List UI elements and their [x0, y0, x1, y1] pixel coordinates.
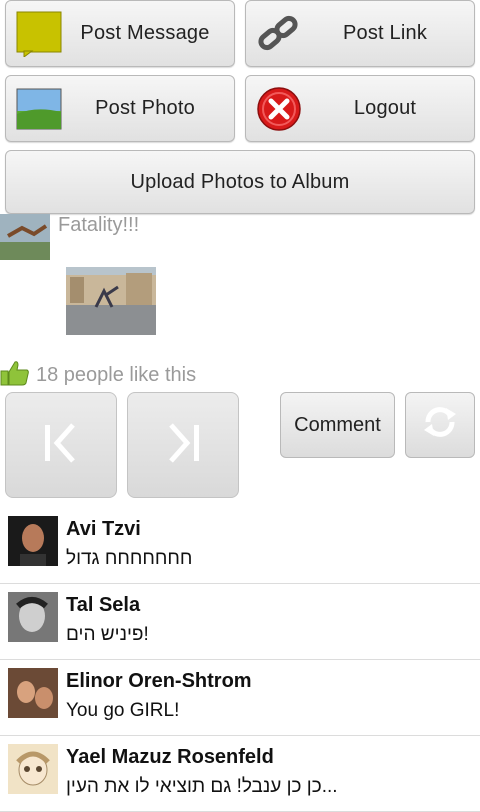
post-author-avatar[interactable]	[0, 214, 50, 260]
message-icon	[16, 11, 62, 58]
likes-row: 18 people like this	[0, 360, 196, 390]
commenter-avatar[interactable]	[8, 668, 58, 718]
comment-item[interactable]: Avi Tzvi חחחחחחח גדול	[0, 508, 480, 584]
chain-link-icon	[256, 11, 302, 57]
comment-text: כן כן ענבל! גם תוציאי לו את העין...	[66, 776, 338, 797]
post-link-label: Post Link	[342, 22, 428, 44]
skip-back-icon	[41, 421, 81, 470]
commenter-name[interactable]: Tal Sela	[66, 594, 140, 617]
post-link-button[interactable]: Post Link	[245, 0, 475, 67]
comment-button-label: Comment	[294, 413, 381, 436]
upload-photos-button[interactable]: Upload Photos to Album	[5, 150, 475, 214]
comment-text: פיניש הים!	[66, 624, 149, 645]
comment-item[interactable]: Elinor Oren-Shtrom You go GIRL!	[0, 660, 480, 736]
post-item: Fatality!!!	[0, 214, 480, 384]
comments-list: Avi Tzvi חחחחחחח גדול Tal Sela פיניש הים…	[0, 508, 480, 812]
skip-forward-icon	[163, 421, 203, 470]
commenter-avatar[interactable]	[8, 592, 58, 642]
logout-label: Logout	[353, 97, 417, 119]
comment-item[interactable]: Yael Mazuz Rosenfeld כן כן ענבל! גם תוצי…	[0, 736, 480, 812]
commenter-avatar[interactable]	[8, 744, 58, 794]
refresh-button[interactable]	[405, 392, 475, 458]
post-status-text: Fatality!!!	[58, 214, 140, 236]
next-button[interactable]	[127, 392, 239, 498]
post-photo-thumbnail[interactable]	[66, 267, 156, 335]
logout-button[interactable]: Logout	[245, 75, 475, 142]
post-photo-button[interactable]: Post Photo	[5, 75, 235, 142]
post-message-label: Post Message	[80, 22, 210, 44]
close-circle-icon	[256, 86, 302, 132]
photo-icon	[16, 86, 62, 132]
commenter-avatar[interactable]	[8, 516, 58, 566]
commenter-name[interactable]: Yael Mazuz Rosenfeld	[66, 746, 274, 769]
comment-button[interactable]: Comment	[280, 392, 395, 458]
thumbs-up-icon	[0, 360, 30, 391]
commenter-name[interactable]: Elinor Oren-Shtrom	[66, 670, 252, 693]
upload-photos-label: Upload Photos to Album	[130, 170, 350, 193]
post-message-button[interactable]: Post Message	[5, 0, 235, 67]
commenter-name[interactable]: Avi Tzvi	[66, 518, 141, 541]
previous-button[interactable]	[5, 392, 117, 498]
likes-count-text: 18 people like this	[36, 363, 197, 386]
comment-item[interactable]: Tal Sela פיניש הים!	[0, 584, 480, 660]
comment-text: חחחחחחח גדול	[66, 548, 193, 569]
refresh-icon	[420, 402, 460, 448]
post-photo-label: Post Photo	[95, 97, 195, 119]
comment-text: You go GIRL!	[66, 700, 180, 721]
